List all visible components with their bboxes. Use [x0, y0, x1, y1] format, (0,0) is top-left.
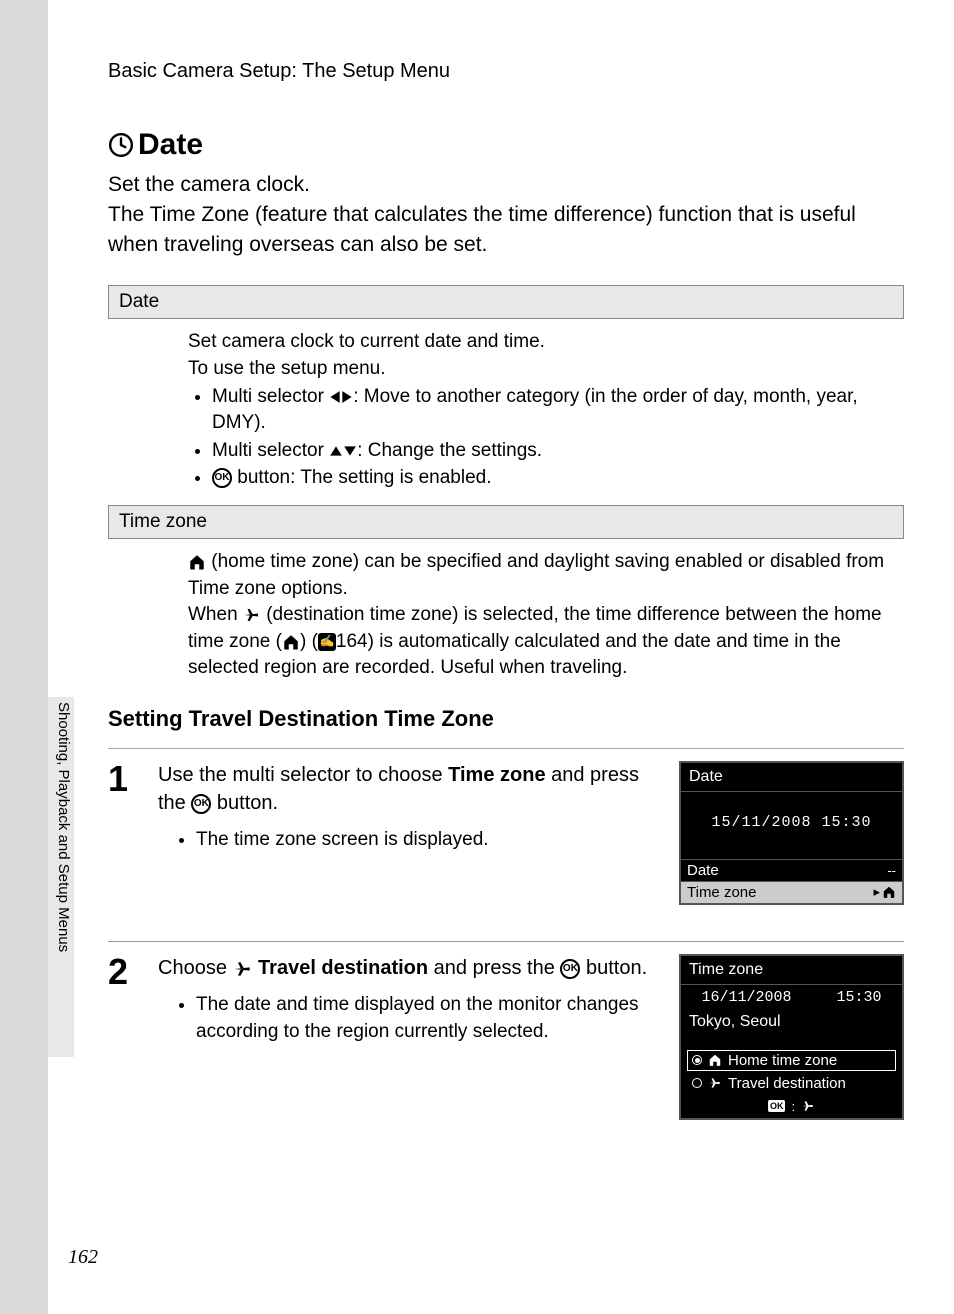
radio-selected-icon	[692, 1055, 702, 1065]
lcd-screen-date: Date 15/11/2008 15:30 Date -- Time zone …	[679, 761, 904, 905]
clock-icon	[108, 132, 134, 158]
plane-icon	[233, 959, 253, 979]
lcd-datetime: 15/11/2008 15:30	[681, 792, 902, 859]
plane-icon	[801, 1099, 815, 1113]
home-icon	[708, 1053, 722, 1067]
triangle-right-icon	[341, 390, 353, 404]
text: button.	[580, 957, 647, 979]
lcd-screen-timezone: Time zone 16/11/2008 15:30 Tokyo, Seoul …	[679, 954, 904, 1120]
page-title-text: Date	[138, 128, 203, 162]
lcd-option-home: Home time zone	[687, 1050, 896, 1071]
date-bullet-ud: Multi selector : Change the settings.	[212, 438, 894, 465]
label: Time zone	[687, 884, 756, 901]
page-number: 162	[68, 1246, 98, 1269]
lcd-location: Tokyo, Seoul	[681, 1010, 902, 1034]
lcd-row-timezone: Time zone ▸	[681, 881, 902, 903]
step-2: 2 Choose Travel destination and press th…	[108, 941, 904, 1152]
triangle-down-icon	[343, 445, 357, 457]
chevron-right-icon: ▸	[873, 884, 880, 900]
text: button: The setting is enabled.	[232, 467, 492, 488]
text: and press the	[428, 957, 560, 979]
text-bold: Time zone	[448, 764, 545, 786]
ok-icon: OK	[560, 959, 580, 979]
lcd-row-date: Date --	[681, 859, 902, 881]
step-instruction: Choose Travel destination and press the …	[158, 954, 659, 1045]
date-line1: Set camera clock to current date and tim…	[188, 329, 894, 356]
text: ) (	[300, 631, 318, 652]
label: Date	[687, 862, 719, 879]
lcd-title: Time zone	[681, 956, 902, 985]
text: Multi selector	[212, 386, 329, 407]
page-title: Date	[108, 128, 904, 162]
step-number: 1	[108, 761, 138, 797]
table-body-timezone: (home time zone) can be specified and da…	[108, 539, 904, 694]
step1-bullet: The time zone screen is displayed.	[196, 827, 659, 854]
side-section-label: Shooting, Playback and Setup Menus	[50, 702, 72, 952]
triangle-left-icon	[329, 390, 341, 404]
step-instruction: Use the multi selector to choose Time zo…	[158, 761, 659, 854]
table-header-date: Date	[108, 285, 904, 319]
text: When	[188, 604, 243, 625]
breadcrumb: Basic Camera Setup: The Setup Menu	[108, 60, 904, 83]
date-line2: To use the setup menu.	[188, 356, 894, 383]
home-icon	[188, 553, 206, 571]
radio-unselected-icon	[692, 1078, 702, 1088]
plane-icon	[708, 1076, 722, 1090]
step-1: 1 Use the multi selector to choose Time …	[108, 748, 904, 937]
table-header-timezone: Time zone	[108, 505, 904, 539]
text: button.	[211, 792, 278, 814]
date: 16/11/2008	[701, 989, 791, 1006]
plane-icon	[243, 606, 261, 624]
text: Multi selector	[212, 440, 329, 461]
step2-bullet: The date and time displayed on the monit…	[196, 992, 659, 1045]
date-bullet-ok: OK button: The setting is enabled.	[212, 465, 894, 492]
home-icon	[882, 885, 896, 899]
text: : Change the settings.	[357, 440, 542, 461]
step-number: 2	[108, 954, 138, 990]
ok-icon: OK	[212, 468, 232, 488]
lcd-datetime: 16/11/2008 15:30	[681, 985, 902, 1010]
option-label: Travel destination	[728, 1075, 846, 1092]
ok-icon: OK	[768, 1100, 786, 1112]
ok-icon: OK	[191, 794, 211, 814]
intro-text: Set the camera clock. The Time Zone (fea…	[108, 170, 904, 259]
lcd-title: Date	[681, 763, 902, 792]
value-icons: ▸	[873, 884, 896, 900]
manual-ref-icon: ✍	[318, 633, 336, 651]
tz-para1: (home time zone) can be specified and da…	[188, 549, 894, 602]
subsection-heading: Setting Travel Destination Time Zone	[108, 706, 904, 732]
lcd-footer: OK :	[681, 1096, 902, 1118]
lcd-option-travel: Travel destination	[687, 1073, 896, 1094]
date-bullet-lr: Multi selector : Move to another categor…	[212, 384, 894, 437]
text: (home time zone) can be specified and da…	[188, 551, 884, 599]
value: --	[887, 863, 896, 878]
text: Use the multi selector to choose	[158, 764, 448, 786]
colon: :	[791, 1099, 795, 1114]
tz-para2: When (destination time zone) is selected…	[188, 602, 894, 682]
time: 15:30	[837, 989, 882, 1006]
table-body-date: Set camera clock to current date and tim…	[108, 319, 904, 505]
triangle-up-icon	[329, 445, 343, 457]
option-label: Home time zone	[728, 1052, 837, 1069]
home-icon	[282, 633, 300, 651]
text-bold: Travel destination	[253, 957, 429, 979]
text: Choose	[158, 957, 233, 979]
